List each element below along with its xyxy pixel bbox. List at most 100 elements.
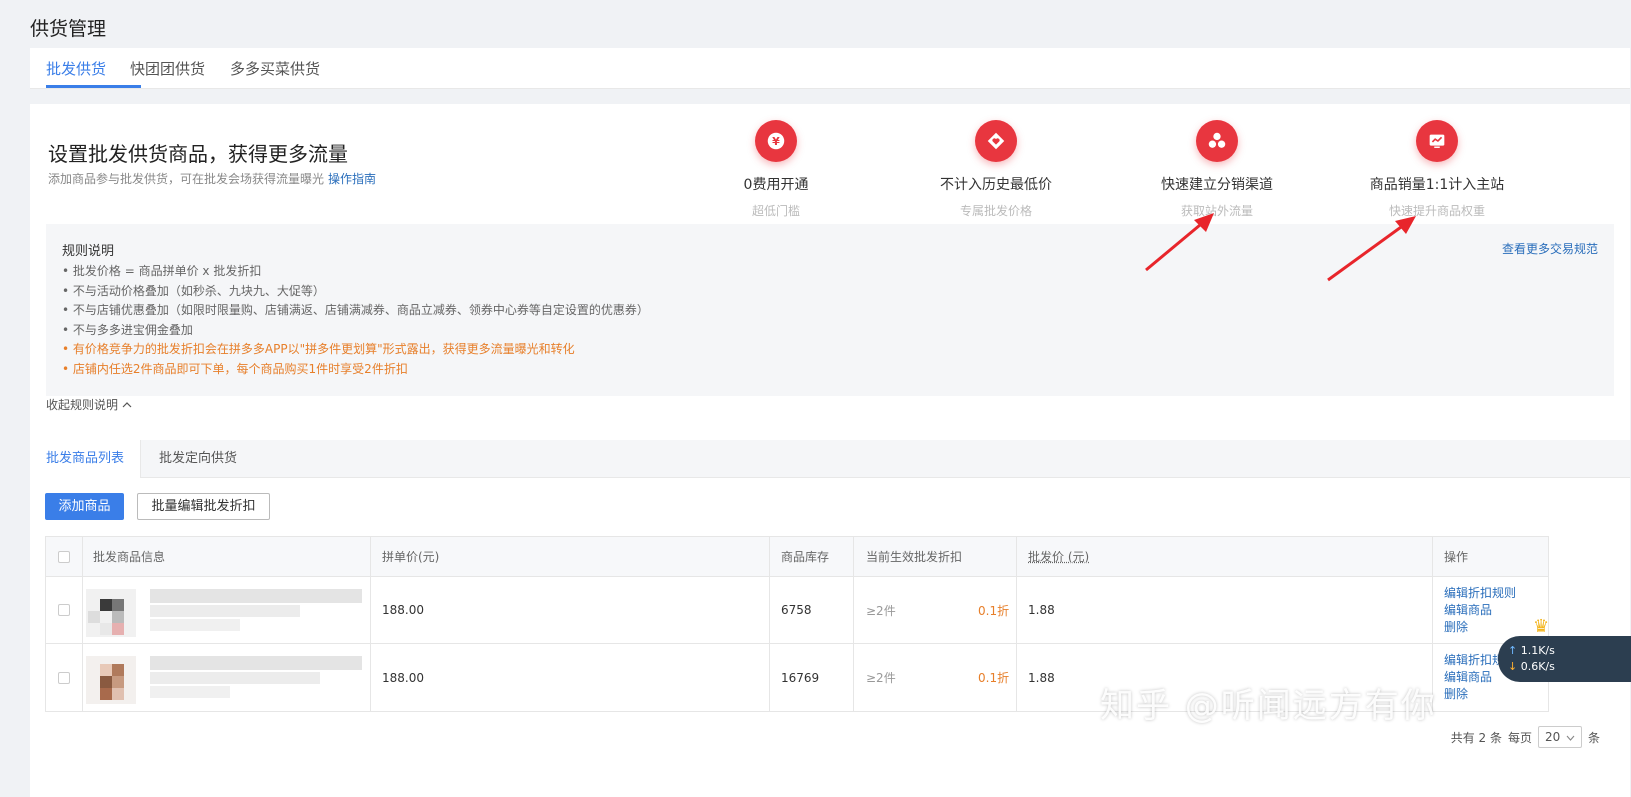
group-price: 188.00 (382, 670, 424, 685)
feature-title: 0费用开通 (743, 177, 809, 193)
column-divider (853, 537, 854, 576)
more-rules-link[interactable]: 查看更多交易规范 (1502, 240, 1598, 257)
rule-item: 批发价格 = 商品拼单价 x 批发折扣 (62, 262, 649, 282)
col-discount: 当前生效批发折扣 (866, 550, 963, 564)
download-arrow-icon: ↓ (1508, 660, 1518, 673)
promo-title: 设置批发供货商品，获得更多流量 (48, 142, 348, 166)
edit-product-link[interactable]: 编辑商品 (1444, 669, 1492, 686)
rule-item: 不与多多进宝佣金叠加 (62, 321, 649, 341)
collapse-rules-button[interactable]: 收起规则说明 (46, 396, 132, 413)
tab-wholesale-list[interactable]: 批发商品列表 (30, 440, 142, 478)
watermark: 知乎 @听闻远方有你 (1100, 686, 1437, 726)
discount-tier: ≥2件 (866, 671, 896, 685)
column-divider (82, 644, 83, 711)
feature-title: 不计入历史最低价 (940, 177, 1052, 193)
col-wholesale-price[interactable]: 批发价 (元) (1028, 537, 1089, 576)
rules-list: 批发价格 = 商品拼单价 x 批发折扣 不与活动价格叠加（如秒杀、九块九、大促等… (62, 262, 649, 379)
per-page-unit: 条 (1587, 730, 1600, 745)
per-page-value: 20 (1544, 730, 1561, 744)
upload-arrow-icon: ↑ (1508, 644, 1518, 657)
feature-title: 商品销量1:1计入主站 (1369, 177, 1505, 193)
feature-free: ¥ 0费用开通 超低门槛 (676, 120, 876, 219)
stock: 16769 (781, 670, 820, 685)
discount-tier: ≥2件 (866, 603, 896, 618)
list-tabs: 批发商品列表 批发定向供货 (30, 440, 1630, 478)
edit-discount-rule-link[interactable]: 编辑折扣规则 (1444, 585, 1516, 602)
column-divider (370, 577, 371, 643)
top-tabs: 批发供货 快团团供货 多多买菜供货 (30, 48, 1630, 89)
page-title: 供货管理 (30, 18, 107, 40)
product-name-blurred[interactable] (150, 656, 362, 700)
table-header: 批发商品信息 拼单价(元) 商品库存 当前生效批发折扣 批发价 (元) 操作 (46, 537, 1548, 577)
chart-icon (1416, 120, 1458, 162)
svg-text:¥: ¥ (772, 135, 780, 148)
chevron-down-icon (1566, 730, 1575, 744)
collapse-label: 收起规则说明 (46, 398, 119, 412)
col-group-price: 拼单价(元) (382, 550, 440, 564)
col-stock: 商品库存 (781, 550, 830, 564)
rule-item-highlight: 店铺内任选2件商品即可下单，每个商品购买1件时享受2件折扣 (62, 360, 649, 380)
active-tab-indicator (46, 85, 141, 88)
column-divider (1016, 537, 1017, 576)
column-divider (82, 577, 83, 643)
column-divider (1016, 577, 1017, 643)
col-product-info: 批发商品信息 (93, 550, 166, 564)
feature-distribution: 快速建立分销渠道 获取站外流量 (1117, 120, 1317, 219)
pagination: 共有 2 条 每页 20 条 (1451, 726, 1600, 748)
wholesale-price: 1.88 (1028, 670, 1055, 685)
tab-targeted-supply[interactable]: 批发定向供货 (143, 440, 253, 478)
discount-value: 0.1折 (978, 603, 1010, 618)
delete-link[interactable]: 删除 (1444, 686, 1468, 703)
column-divider (82, 537, 83, 576)
column-divider (853, 577, 854, 643)
edit-product-link[interactable]: 编辑商品 (1444, 602, 1492, 619)
column-divider (370, 644, 371, 711)
tab-wholesale[interactable]: 批发供货 (46, 58, 106, 79)
stock: 6758 (781, 603, 812, 617)
product-thumbnail[interactable] (86, 656, 136, 704)
column-divider (769, 577, 770, 643)
row-actions: 编辑折扣规则 编辑商品 删除 (1444, 577, 1516, 643)
rule-item: 不与店铺优惠叠加（如限时限量购、店铺满返、店铺满减券、商品立减券、领券中心券等自… (62, 301, 649, 321)
rule-item: 不与活动价格叠加（如秒杀、九块九、大促等） (62, 282, 649, 302)
download-speed: 0.6K/s (1520, 660, 1555, 673)
rules-heading: 规则说明 (62, 244, 115, 259)
table-row: 188.00 6758 ≥2件 0.1折 1.88 编辑折扣规则 编辑商品 删除 (46, 577, 1548, 644)
column-divider (1016, 644, 1017, 711)
vip-crown-icon: ♛ (1533, 616, 1550, 637)
column-divider (1432, 577, 1433, 643)
row-checkbox[interactable] (58, 604, 70, 616)
product-name-blurred[interactable] (150, 589, 362, 633)
network-icon (1196, 120, 1238, 162)
chevron-up-icon (122, 398, 132, 412)
feature-title: 快速建立分销渠道 (1161, 177, 1273, 193)
per-page-label: 每页 (1507, 730, 1532, 745)
tab-kuaituantuan[interactable]: 快团团供货 (130, 58, 205, 79)
row-checkbox-cell (58, 644, 70, 711)
delete-link[interactable]: 删除 (1444, 619, 1468, 636)
per-page-select[interactable]: 20 (1537, 726, 1582, 748)
wholesale-price: 1.88 (1028, 603, 1055, 617)
product-thumbnail[interactable] (86, 589, 136, 637)
add-product-button[interactable]: 添加商品 (45, 493, 124, 520)
column-divider (1432, 537, 1433, 576)
row-checkbox[interactable] (58, 671, 70, 684)
col-actions: 操作 (1444, 550, 1469, 564)
select-all-checkbox[interactable] (58, 550, 70, 563)
annotation-arrow (1145, 213, 1214, 272)
yuan-icon: ¥ (755, 120, 797, 162)
rule-item-highlight: 有价格竞争力的批发折扣会在拼多多APP以"拼多件更划算"形式露出，获得更多流量曝… (62, 340, 649, 360)
row-checkbox-cell (58, 577, 70, 643)
product-list-panel: 批发商品列表 批发定向供货 添加商品 批量编辑批发折扣 批发商品信息 拼单价(元… (30, 440, 1630, 797)
batch-edit-discount-button[interactable]: 批量编辑批发折扣 (137, 493, 270, 520)
column-divider (853, 644, 854, 711)
column-divider (769, 537, 770, 576)
guide-link[interactable]: 操作指南 (328, 172, 376, 186)
total-count: 共有 2 条 (1450, 730, 1502, 745)
feature-sub: 专属批发价格 (959, 204, 1032, 218)
column-divider (370, 537, 371, 576)
network-speed-widget[interactable]: ↑ 1.1K/s ↓ 0.6K/s (1498, 636, 1631, 682)
heart-tag-icon (975, 120, 1017, 162)
feature-sales-count: 商品销量1:1计入主站 快速提升商品权重 (1337, 120, 1537, 219)
tab-duoduo-maicai[interactable]: 多多买菜供货 (230, 58, 320, 79)
